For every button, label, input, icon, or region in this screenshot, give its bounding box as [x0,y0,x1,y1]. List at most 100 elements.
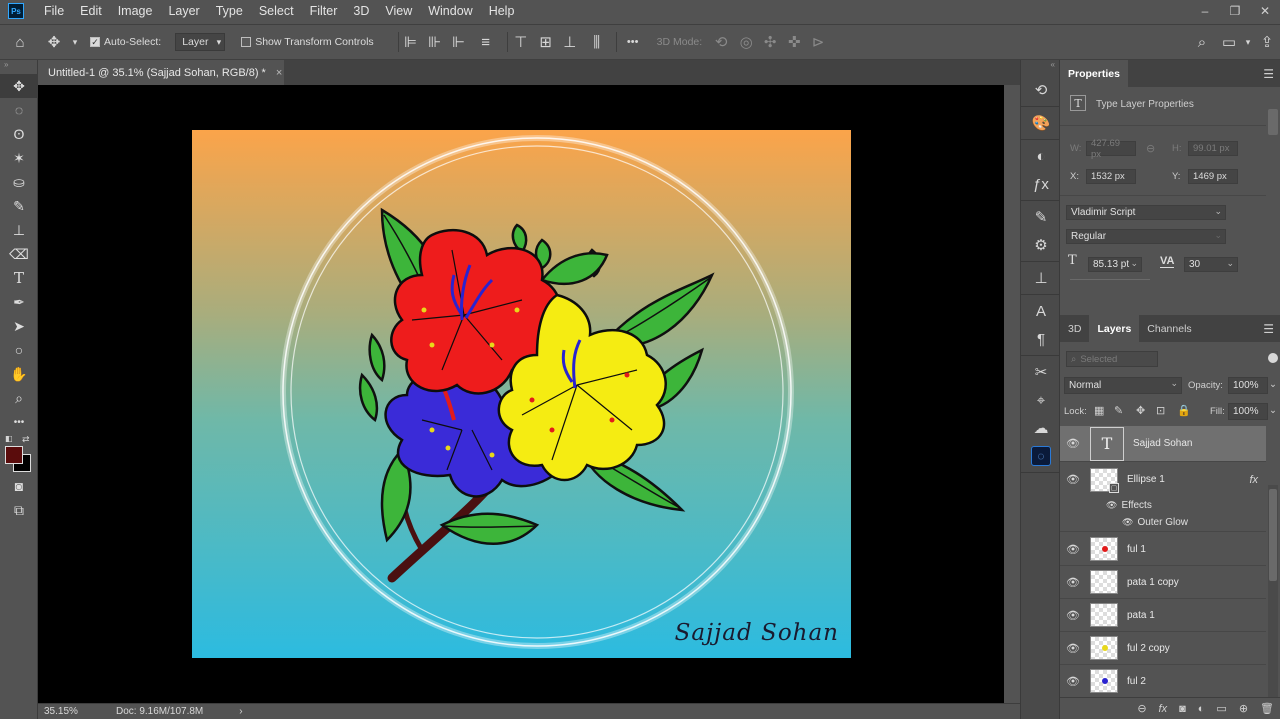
eye-icon[interactable]: 👁 [1106,500,1117,511]
foreground-color-swatch[interactable] [5,446,23,464]
align-middle-icon[interactable]: ⊞ [534,33,558,51]
collapse-icon[interactable]: « [1021,60,1059,74]
signature-text-layer[interactable]: Sajjad Sohan [675,620,839,646]
layers-scroll-knob[interactable] [1269,489,1277,581]
height-field[interactable]: 99.01 px [1188,141,1238,156]
document-tab[interactable]: Untitled-1 @ 35.1% (Sajjad Sohan, RGB/8)… [38,60,284,85]
align-left-icon[interactable]: ⊫ [399,33,423,51]
eye-icon[interactable]: 👁 [1060,473,1086,486]
tab-layers[interactable]: Layers [1089,315,1140,342]
screen-mode-icon[interactable]: ⧉ [0,498,38,522]
panel-menu-icon[interactable]: ☰ [1263,67,1274,81]
menu-edit[interactable]: Edit [72,0,110,22]
adjustments-icon[interactable]: ◐ [1021,142,1061,170]
fill-field[interactable]: 100% [1228,403,1268,420]
clone-source-icon[interactable]: ⊥ [1021,264,1061,292]
3d-slide-icon[interactable]: ✜ [782,33,806,51]
tab-channels[interactable]: Channels [1139,315,1199,342]
canvas-area[interactable]: Sajjad Sohan [38,85,1004,703]
3d-roll-icon[interactable]: ◎ [734,33,758,51]
fx-icon[interactable]: fx [1249,474,1258,486]
zoom-level[interactable]: 35.15% [38,706,98,717]
chevron-down-icon[interactable]: ⌄ [1269,405,1277,416]
align-bottom-icon[interactable]: ⊥ [558,33,582,51]
outer-glow-row[interactable]: 👁 Outer Glow [1060,514,1266,532]
brush-settings-icon[interactable]: ✎ [1021,203,1061,231]
layer-row[interactable]: 👁 ful 2 copy [1060,632,1266,665]
new-layer-icon[interactable]: ⊕ [1239,702,1248,715]
restore-button[interactable]: ❐ [1220,0,1250,22]
layer-row[interactable]: 👁 ▢ Ellipse 1 fx [1060,463,1266,496]
ellipse-tool-icon[interactable]: ○ [0,338,38,362]
menu-view[interactable]: View [377,0,420,22]
eye-icon[interactable]: 👁 [1060,642,1086,655]
menu-layer[interactable]: Layer [160,0,207,22]
more-options-button[interactable]: ••• [617,36,649,48]
add-mask-icon[interactable]: ◙ [1179,703,1186,715]
menu-file[interactable]: File [36,0,72,22]
add-style-icon[interactable]: fx [1159,703,1168,715]
eraser-tool-icon[interactable]: ⌫ [0,242,38,266]
tracking-dropdown[interactable]: 30 ⌄ [1184,257,1238,272]
auto-select-target-dropdown[interactable]: Layer ▾ [175,33,226,51]
layers-scrollbar[interactable] [1268,485,1278,717]
align-center-icon[interactable]: ⊪ [423,33,447,51]
y-field[interactable]: 1469 px [1188,169,1238,184]
link-icon[interactable]: ⊖ [1146,142,1155,155]
magic-wand-tool-icon[interactable]: ✶ [0,146,38,170]
tab-properties[interactable]: Properties [1060,60,1128,87]
link-layers-icon[interactable]: ⊖ [1137,702,1146,715]
x-field[interactable]: 1532 px [1086,169,1136,184]
tool-presets-icon[interactable]: ⚙ [1021,231,1061,259]
eye-icon[interactable]: 👁 [1060,576,1086,589]
distribute-vertical-icon[interactable]: ⫼ [582,34,612,51]
layer-row[interactable]: 👁 T Sajjad Sohan [1060,426,1266,462]
libraries-icon[interactable]: ☁ [1021,414,1061,442]
menu-filter[interactable]: Filter [302,0,346,22]
show-transform-toggle[interactable]: Show Transform Controls [241,36,374,48]
path-selection-tool-icon[interactable]: ➤ [0,314,38,338]
hand-tool-icon[interactable]: ✋ [0,362,38,386]
align-top-icon[interactable]: ⊤ [508,33,534,51]
eye-icon[interactable]: 👁 [1122,517,1133,528]
home-icon[interactable]: ⌂ [0,34,40,51]
font-size-dropdown[interactable]: 85.13 pt ⌄ [1088,257,1142,272]
paint-bucket-tool-icon[interactable]: ⛀ [0,170,38,194]
swap-colors-icon[interactable]: ⇄ [22,434,30,445]
quick-mask-icon[interactable]: ◙ [0,474,38,498]
lasso-tool-icon[interactable]: ʘ [0,122,38,146]
move-tool-icon[interactable]: ✥ [0,74,38,98]
blend-mode-dropdown[interactable]: Normal ⌄ [1064,377,1182,394]
effects-row[interactable]: 👁 Effects [1060,496,1266,514]
3d-drag-icon[interactable]: ✣ [758,33,782,51]
history-icon[interactable]: ⟲ [1021,76,1061,104]
lock-position-icon[interactable]: ✥ [1136,404,1145,417]
close-tab-icon[interactable]: × [276,67,282,79]
tools-icon[interactable]: ✂ [1021,358,1061,386]
menu-image[interactable]: Image [110,0,161,22]
new-group-icon[interactable]: ▭ [1216,702,1226,715]
artboard[interactable]: Sajjad Sohan [192,130,851,658]
eye-icon[interactable]: 👁 [1060,675,1086,688]
font-style-dropdown[interactable]: Regular ⌄ [1066,229,1226,244]
show-transform-checkbox[interactable] [241,37,252,47]
menu-help[interactable]: Help [481,0,523,22]
layer-row[interactable]: 👁 ful 1 [1060,533,1266,566]
layer-row[interactable]: 👁 pata 1 copy [1060,566,1266,599]
properties-scroll-knob[interactable] [1268,109,1278,135]
layer-filter-dropdown[interactable]: ⌕ Selected [1066,351,1158,367]
minimize-button[interactable]: – [1190,0,1220,22]
more-tools-icon[interactable]: ••• [0,410,38,434]
canvas-vertical-scrollbar[interactable] [1004,85,1020,703]
layer-row[interactable]: 👁 pata 1 [1060,599,1266,632]
workspace-icon[interactable]: ▭ [1216,33,1242,51]
navigator-icon[interactable]: ⌖ [1021,386,1061,414]
menu-type[interactable]: Type [208,0,251,22]
menu-select[interactable]: Select [251,0,302,22]
brush-tool-icon[interactable]: ✎ [0,194,38,218]
styles-icon[interactable]: ƒx [1021,170,1061,198]
chevron-down-icon[interactable]: ▾ [68,37,82,48]
layer-row[interactable]: 👁 ful 2 [1060,665,1266,697]
default-colors-icon[interactable]: ◧ [5,434,13,443]
filter-toggle[interactable] [1268,353,1278,363]
